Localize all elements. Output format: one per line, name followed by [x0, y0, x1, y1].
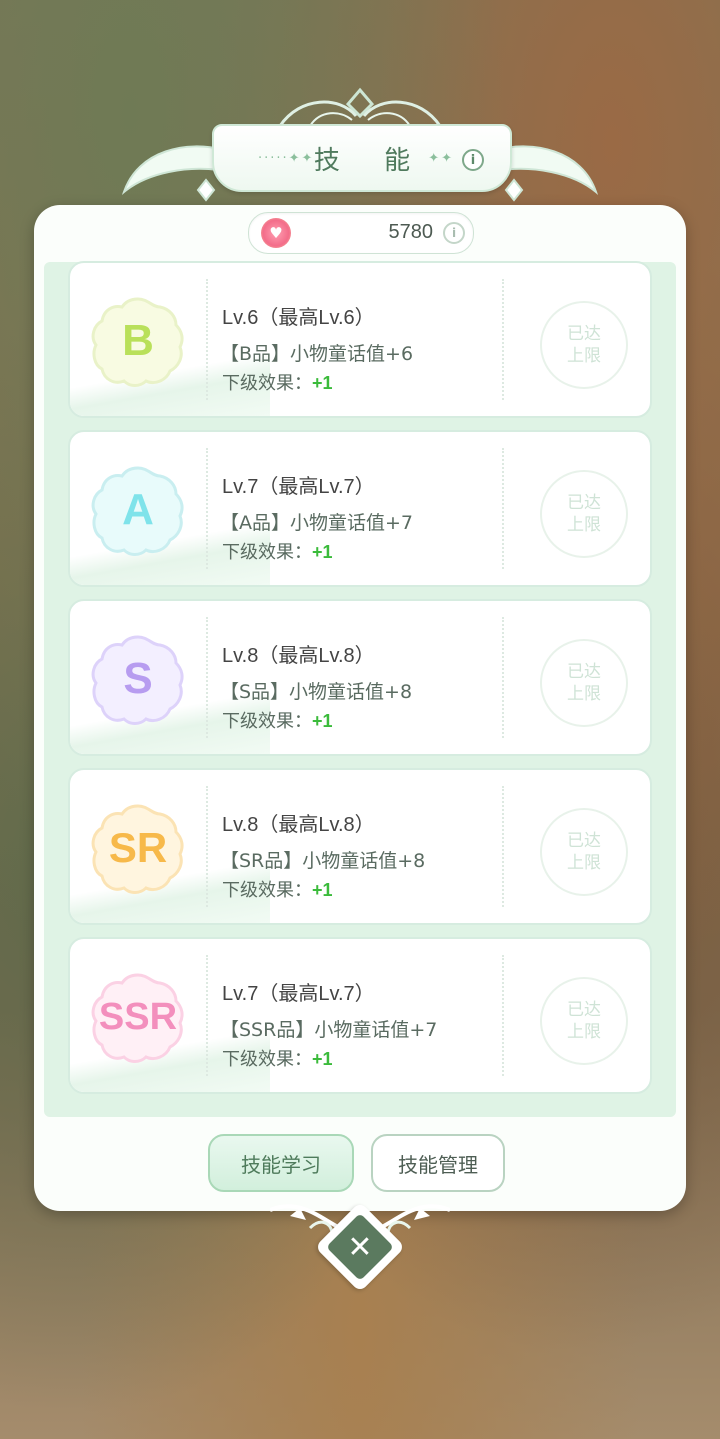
heart-shell-icon: ♥: [261, 218, 291, 248]
skill-effect: 【S品】小物童话值+8: [220, 681, 413, 703]
skill-info-icon[interactable]: i: [462, 149, 484, 171]
skill-effect: 【A品】小物童话值+7: [220, 512, 414, 534]
divider: [502, 448, 504, 569]
page-title: 技 能: [313, 145, 429, 176]
divider: [502, 955, 504, 1076]
max-level-stamp: 已达上限: [540, 977, 628, 1065]
skill-level: Lv.8（最高Lv.8）: [222, 645, 375, 667]
skill-level: Lv.8（最高Lv.8）: [222, 814, 375, 836]
skill-effect: 【SR品】小物童话值+8: [220, 850, 426, 872]
max-level-stamp: 已达上限: [540, 639, 628, 727]
grade-badge: B: [90, 295, 186, 387]
next-effect: 下级效果：+1: [222, 711, 333, 732]
next-effect: 下级效果：+1: [222, 880, 333, 901]
max-level-stamp: 已达上限: [540, 470, 628, 558]
close-icon[interactable]: ✕: [328, 1215, 392, 1279]
max-level-stamp: 已达上限: [540, 808, 628, 896]
next-effect: 下级效果：+1: [222, 542, 333, 563]
skill-level: Lv.7（最高Lv.7）: [222, 476, 375, 498]
title-decoration-right: ✦✦: [428, 151, 454, 166]
skill-effect: 【B品】小物童话值+6: [220, 343, 414, 365]
max-level-stamp: 已达上限: [540, 301, 628, 389]
divider: [206, 617, 208, 738]
skill-effect: 【SSR品】小物童话值+7: [220, 1019, 438, 1041]
divider: [502, 617, 504, 738]
grade-badge: S: [90, 633, 186, 725]
divider: [206, 955, 208, 1076]
divider: [502, 786, 504, 907]
skill-card-a: A Lv.7（最高Lv.7） 【A品】小物童话值+7 下级效果：+1 已达上限: [68, 430, 652, 587]
skill-manage-button[interactable]: 技能管理: [371, 1134, 505, 1192]
skill-level: Lv.6（最高Lv.6）: [222, 307, 375, 329]
currency-info-icon[interactable]: i: [443, 222, 465, 244]
divider: [502, 279, 504, 400]
divider: [206, 279, 208, 400]
title-decoration-left: ·····✦✦: [258, 151, 315, 166]
skill-card-s: S Lv.8（最高Lv.8） 【S品】小物童话值+8 下级效果：+1 已达上限: [68, 599, 652, 756]
currency-value: 5780: [388, 221, 434, 243]
next-effect: 下级效果：+1: [222, 373, 333, 394]
skill-card-b: B Lv.6（最高Lv.6） 【B品】小物童话值+6 下级效果：+1 已达上限: [68, 261, 652, 418]
grade-badge: SR: [90, 802, 186, 894]
currency-display: ♥ 5780 i: [248, 212, 474, 254]
skill-card-sr: SR Lv.8（最高Lv.8） 【SR品】小物童话值+8 下级效果：+1 已达上…: [68, 768, 652, 925]
skill-card-ssr: SSR Lv.7（最高Lv.7） 【SSR品】小物童话值+7 下级效果：+1 已…: [68, 937, 652, 1094]
divider: [206, 786, 208, 907]
grade-badge: A: [90, 464, 186, 556]
skill-learn-button[interactable]: 技能学习: [208, 1134, 354, 1192]
skill-level: Lv.7（最高Lv.7）: [222, 983, 375, 1005]
divider: [206, 448, 208, 569]
grade-badge: SSR: [90, 971, 186, 1063]
next-effect: 下级效果：+1: [222, 1049, 333, 1070]
